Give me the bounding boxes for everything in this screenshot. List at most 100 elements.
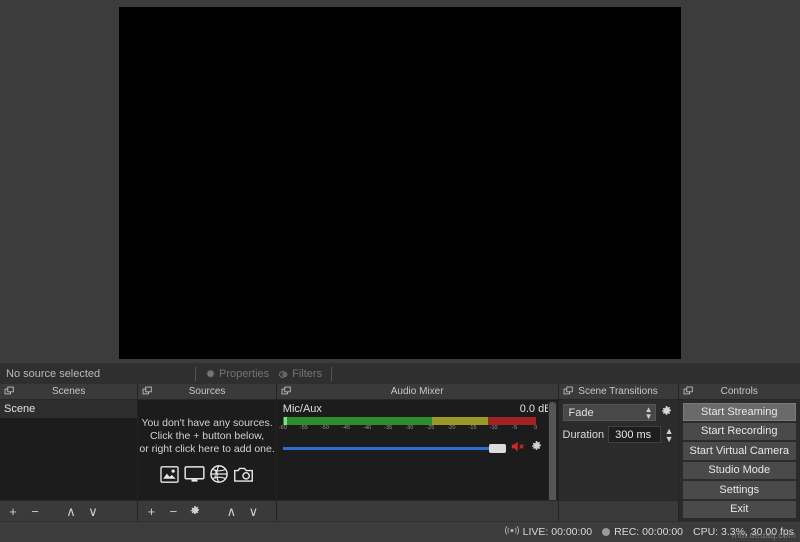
properties-label: Properties (219, 368, 270, 381)
move-source-down-button[interactable]: ∨ (242, 502, 264, 520)
meter-tick-label: -15 (468, 425, 477, 432)
volume-slider[interactable] (282, 442, 506, 454)
remove-source-button[interactable]: − (162, 502, 184, 520)
chevron-updown-icon[interactable]: ▲ ▼ (645, 406, 653, 421)
camera-icon (233, 466, 254, 487)
dock-scenes-title: Scenes (52, 386, 86, 398)
control-button-exit[interactable]: Exit (682, 500, 796, 519)
dock-scenes-titlebar[interactable]: Scenes (0, 384, 138, 401)
meter-tick-label: -5 (512, 425, 518, 432)
live-timer-label: LIVE: 00:00:00 (522, 526, 593, 539)
mixer-scrollbar[interactable] (547, 401, 557, 501)
no-source-selected-label: No source selected (6, 368, 101, 381)
dock-scenes: Scenes Scene + − ∧ ∨ (0, 384, 139, 522)
sources-empty-line3: or right click here to add one. (139, 443, 275, 456)
broadcast-icon (504, 525, 519, 539)
transition-properties-gear-icon[interactable] (659, 405, 674, 421)
source-strip-tools: Properties Filters (195, 364, 333, 384)
meter-yellow-zone (432, 417, 488, 426)
control-button-start-virtual-camera[interactable]: Start Virtual Camera (682, 442, 796, 460)
cpu-fps-label: CPU: 3.3%, 30.00 fps (693, 526, 794, 539)
dock-scene-transitions: Scene Transitions Fade ▲ ▼ Duration 300 m… (558, 384, 679, 522)
status-bar: LIVE: 00:00:00 REC: 00:00:00 CPU: 3.3%, … (0, 521, 800, 542)
preview-canvas[interactable] (119, 7, 681, 359)
mixer-settings-gear-icon[interactable] (530, 440, 543, 456)
dock-controls-titlebar[interactable]: Controls (678, 384, 800, 401)
mixer-track-header: Mic/Aux 0.0 dB (283, 403, 552, 415)
mute-icon[interactable] (511, 440, 526, 456)
float-window-icon[interactable] (563, 386, 574, 400)
volume-meter-bar (282, 417, 536, 426)
dock-transitions-titlebar[interactable]: Scene Transitions (558, 384, 678, 401)
properties-button[interactable]: Properties (205, 368, 269, 380)
volume-meter: -60 -55 -50 -45 -40 -35 -30 -25 -20 -15 -10 -5 0 (279, 417, 538, 434)
control-button-start-recording[interactable]: Start Recording (682, 422, 796, 441)
dock-sources-titlebar[interactable]: Sources (138, 384, 276, 401)
remove-scene-button[interactable]: − (24, 502, 46, 520)
move-scene-down-button[interactable]: ∨ (82, 502, 104, 520)
meter-tick-label: -50 (320, 425, 329, 432)
preview-area[interactable] (0, 0, 800, 364)
duration-stepper[interactable]: ▲ ▼ (665, 426, 674, 443)
mixer-controls-row (282, 440, 552, 456)
meter-peak-indicator (283, 417, 287, 426)
live-status: LIVE: 00:00:00 (504, 525, 593, 539)
duration-input[interactable]: 300 ms (608, 426, 661, 444)
dock-controls-title: Controls (720, 386, 758, 398)
control-button-studio-mode[interactable]: Studio Mode (682, 461, 796, 480)
docks-row: Scenes Scene + − ∧ ∨ Sources You don't h… (0, 384, 800, 522)
transition-select-row: Fade ▲ ▼ (562, 404, 674, 422)
controls-button-list: Start Streaming Start Recording Start Virt… (678, 400, 800, 522)
filters-label: Filters (292, 368, 323, 381)
dock-audio-mixer: Audio Mixer Mic/Aux 0.0 dB -60 -55 -50 -… (276, 384, 559, 522)
cpu-status: CPU: 3.3%, 30.00 fps (693, 526, 794, 538)
mixer-toolbar (276, 500, 558, 522)
transitions-body: Fade ▲ ▼ Duration 300 ms ▲ ▼ (558, 400, 678, 501)
float-window-icon[interactable] (281, 386, 292, 400)
source-properties-gear-icon[interactable] (184, 502, 206, 520)
sources-list[interactable]: You don't have any sources. Click the + … (138, 400, 276, 501)
dock-mixer-titlebar[interactable]: Audio Mixer (276, 384, 558, 401)
meter-scale: -60 -55 -50 -45 -40 -35 -30 -25 -20 -15 -10 -5 0 (279, 425, 538, 434)
volume-slider-fill (282, 447, 489, 451)
sources-hint-icons (160, 465, 254, 487)
dock-sources: Sources You don't have any sources. Clic… (138, 384, 277, 522)
add-scene-button[interactable]: + (2, 502, 24, 520)
add-source-button[interactable]: + (140, 502, 162, 520)
meter-green-zone (282, 417, 433, 426)
meter-tick-label: -10 (489, 425, 498, 432)
mixer-track-name: Mic/Aux (282, 403, 322, 416)
transition-duration-row: Duration 300 ms ▲ ▼ (563, 426, 674, 444)
meter-tick-label: -45 (342, 425, 351, 432)
control-button-start-streaming[interactable]: Start Streaming (682, 403, 796, 421)
mixer-scrollbar-thumb[interactable] (548, 402, 556, 501)
filters-button[interactable]: Filters (278, 368, 322, 380)
obs-main-window: No source selected Properties Filters Sc… (0, 0, 800, 542)
mixer-track-mic-aux: Mic/Aux 0.0 dB -60 -55 -50 -45 -40 -35 -30 -25-… (277, 400, 558, 456)
meter-tick-label: -60 (278, 425, 287, 432)
transition-selected-label: Fade (568, 406, 594, 419)
dock-mixer-title: Audio Mixer (390, 386, 444, 398)
move-source-up-button[interactable]: ∧ (220, 502, 242, 520)
transition-select[interactable]: Fade ▲ ▼ (562, 404, 656, 422)
float-window-icon[interactable] (4, 386, 15, 400)
divider (331, 367, 333, 382)
float-window-icon[interactable] (142, 386, 153, 400)
meter-tick-label: -35 (384, 425, 393, 432)
scenes-list[interactable]: Scene (0, 400, 138, 501)
image-icon (160, 465, 179, 487)
meter-tick-label: -30 (405, 425, 414, 432)
control-button-settings[interactable]: Settings (682, 481, 796, 499)
float-window-icon[interactable] (683, 386, 694, 400)
scene-list-item[interactable]: Scene (0, 400, 138, 419)
source-status-strip: No source selected Properties Filters (0, 363, 800, 385)
scenes-toolbar: + − ∧ ∨ (0, 500, 138, 522)
sources-empty-line1: You don't have any sources. (141, 417, 273, 430)
meter-tick-label: 0 (534, 425, 538, 432)
sources-toolbar: + − ∧ ∨ (138, 500, 276, 522)
dock-transitions-title: Scene Transitions (578, 386, 658, 398)
meter-tick-label: -55 (299, 425, 308, 432)
mixer-tracks: Mic/Aux 0.0 dB -60 -55 -50 -45 -40 -35 -30 -25-… (276, 400, 558, 501)
volume-slider-handle[interactable] (488, 444, 506, 454)
move-scene-up-button[interactable]: ∧ (60, 502, 82, 520)
